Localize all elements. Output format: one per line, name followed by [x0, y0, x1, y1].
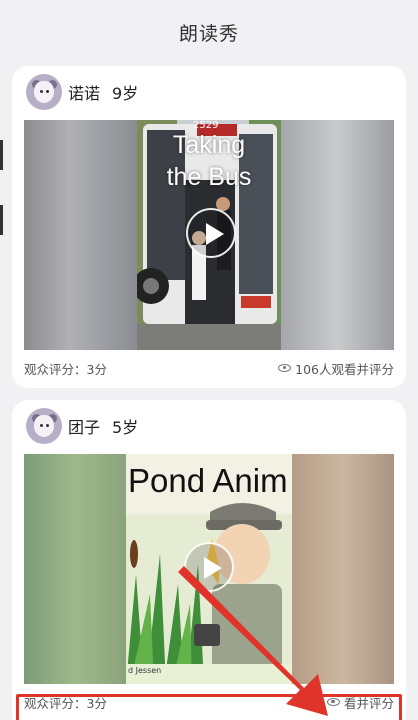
- page-header: 朗读秀: [0, 0, 418, 64]
- video-blur-right: [281, 120, 394, 350]
- view-count-text: 106人观看并评分: [295, 361, 394, 377]
- post-footer: 观众评分：3分 106人观看并评分: [24, 356, 394, 380]
- video-title: Pond Anim: [128, 462, 288, 499]
- page-title: 朗读秀: [178, 22, 239, 45]
- user-age: 5岁: [112, 418, 139, 437]
- user-name: 团子: [68, 418, 101, 437]
- post-card[interactable]: 团子 5岁 Pond Anim d Jessen 观众评分：3分 看并评分: [12, 400, 406, 720]
- eye-icon: [278, 364, 292, 372]
- user-age: 9岁: [112, 84, 139, 103]
- bear-avatar-icon[interactable]: [26, 74, 62, 110]
- play-icon[interactable]: [186, 208, 236, 258]
- video-blur-left: [24, 454, 126, 684]
- video-player[interactable]: Pond Anim d Jessen: [24, 454, 394, 684]
- post-header: 团子 5岁: [26, 406, 138, 446]
- play-icon[interactable]: [184, 542, 234, 592]
- post-header: 诺诺 9岁: [26, 72, 138, 112]
- video-title-line2: the Bus: [166, 163, 252, 191]
- video-blur-left: [24, 120, 137, 350]
- window-edge: [0, 140, 3, 170]
- video-blur-right: [292, 454, 394, 684]
- window-edge: [0, 205, 3, 235]
- video-thumbnail: Pond Anim d Jessen: [126, 454, 292, 684]
- app-screen: 朗读秀 诺诺 9岁 2529 Taking the Bus 观众评分：3分 10…: [0, 0, 418, 720]
- video-player[interactable]: 2529 Taking the Bus: [24, 120, 394, 350]
- video-thumbnail: 2529 Taking the Bus: [137, 120, 281, 350]
- video-title-line1: Taking: [172, 131, 246, 159]
- book-author: d Jessen: [128, 666, 162, 675]
- post-card[interactable]: 诺诺 9岁 2529 Taking the Bus 观众评分：3分 106人观看…: [12, 66, 406, 388]
- highlight-box: [16, 694, 402, 720]
- user-name: 诺诺: [68, 84, 101, 103]
- view-count: 106人观看并评分: [278, 359, 394, 378]
- bear-avatar-icon[interactable]: [26, 408, 62, 444]
- audience-score: 观众评分：3分: [24, 361, 107, 377]
